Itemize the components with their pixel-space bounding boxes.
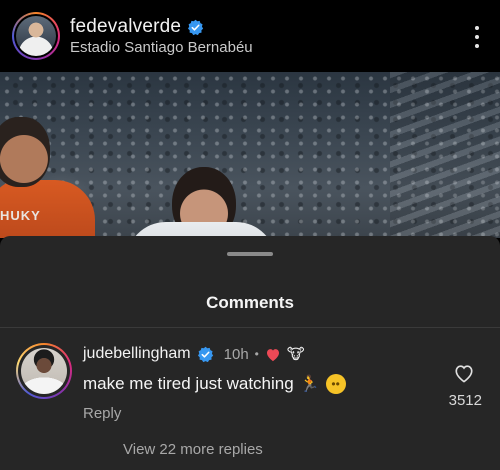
post-photo[interactable]: HUKY: [0, 72, 500, 238]
sheet-drag-handle[interactable]: [227, 252, 273, 256]
more-options-icon[interactable]: [474, 26, 480, 48]
sheet-divider: [0, 327, 500, 328]
post-location[interactable]: Estadio Santiago Bernabéu: [70, 39, 253, 56]
author-username[interactable]: fedevalverde: [70, 16, 181, 38]
comments-sheet: Comments judebellingham 10h • 🐮 make me …: [0, 236, 500, 470]
post-header: fedevalverde Estadio Santiago Bernabéu: [0, 0, 500, 72]
player-orange-head: [0, 117, 50, 187]
view-more-replies-button[interactable]: View 22 more replies: [123, 441, 263, 458]
red-heart-icon: [266, 348, 279, 361]
comments-title: Comments: [206, 293, 294, 312]
commenter-username[interactable]: judebellingham: [83, 345, 191, 363]
comment-text: make me tired just watching: [83, 374, 294, 393]
flushed-face-emoji-icon: ••: [325, 374, 346, 394]
author-avatar[interactable]: [12, 12, 60, 60]
cow-emoji-icon: 🐮: [286, 346, 305, 363]
author-avatar-image: [16, 16, 56, 56]
comment-time: 10h: [223, 345, 249, 363]
verified-badge-icon: [197, 346, 213, 362]
shirt-lettering: HUKY: [0, 208, 41, 223]
author-name-row: fedevalverde: [70, 16, 204, 38]
like-count: 3512: [448, 392, 482, 409]
commenter-avatar[interactable]: [16, 343, 72, 399]
verified-badge-icon: [188, 19, 204, 35]
comment-meta-row: judebellingham 10h • 🐮: [83, 345, 305, 363]
meta-separator: •: [254, 347, 259, 361]
comment-text-row: make me tired just watching 🏃 ••: [83, 374, 346, 394]
reply-button[interactable]: Reply: [83, 405, 121, 422]
heart-outline-icon[interactable]: [453, 363, 475, 383]
commenter-avatar-image: [21, 348, 67, 394]
running-person-emoji-icon: 🏃: [299, 376, 320, 393]
stadium-stairs: [390, 72, 500, 238]
